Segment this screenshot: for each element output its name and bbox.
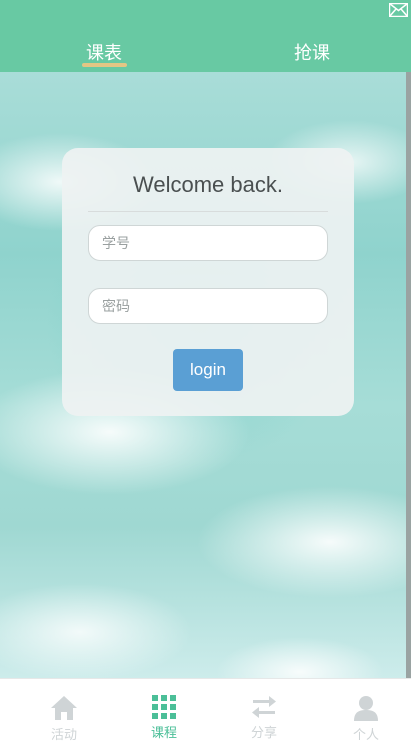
nav-item-activity[interactable]: 活动 — [13, 679, 115, 744]
password-input[interactable] — [88, 288, 328, 324]
student-id-input[interactable] — [88, 225, 328, 261]
top-header: 课表 抢课 — [0, 0, 411, 72]
title-divider — [88, 211, 328, 212]
login-title: Welcome back. — [133, 172, 283, 197]
bottom-nav: 活动 课程 分享 个人 — [0, 678, 411, 744]
nav-item-courses[interactable]: 课程 — [113, 679, 215, 744]
nav-label-activity: 活动 — [50, 727, 77, 742]
login-button[interactable]: login — [173, 349, 243, 391]
tab-grab-course[interactable]: 抢课 — [294, 39, 330, 65]
transfer-icon — [252, 696, 276, 718]
user-icon — [354, 696, 378, 721]
nav-item-share[interactable]: 分享 — [213, 679, 315, 744]
active-tab-indicator — [82, 63, 127, 67]
mail-icon[interactable] — [389, 3, 408, 17]
nav-label-courses: 课程 — [150, 725, 177, 740]
tab-schedule[interactable]: 课表 — [86, 39, 122, 65]
nav-item-profile[interactable]: 个人 — [315, 679, 411, 744]
nav-label-profile: 个人 — [352, 727, 379, 742]
home-icon — [51, 696, 77, 720]
nav-label-share: 分享 — [250, 725, 277, 740]
login-card: Welcome back. login — [62, 148, 354, 416]
scrollbar[interactable] — [406, 72, 411, 678]
grid-icon — [152, 695, 176, 719]
